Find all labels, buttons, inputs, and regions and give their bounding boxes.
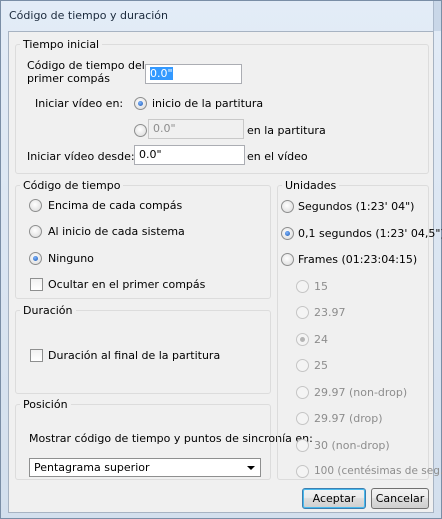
fps-25-radio[interactable] — [296, 359, 309, 372]
frames-label: Frames (01:23:04:15) — [298, 253, 418, 266]
iniciar-desde-suffix: en el vídeo — [247, 150, 308, 163]
fps-15-radio[interactable] — [296, 280, 309, 293]
encima-compas-label: Encima de cada compás — [48, 199, 183, 212]
en-partitura-radio[interactable] — [134, 124, 147, 137]
cancel-button[interactable]: Cancelar — [371, 488, 429, 509]
posicion-select-value: Pentagrama superior — [34, 461, 150, 474]
codigo-primer-compas-value: 0.0" — [150, 67, 173, 80]
fps-29-97-drop-label: 29.97 (drop) — [314, 412, 383, 425]
codigo-primer-compas-input[interactable]: 0.0" — [145, 64, 242, 84]
close-button[interactable] — [433, 1, 441, 31]
en-partitura-input[interactable]: 0.0" — [148, 119, 244, 139]
fps-100-radio[interactable] — [296, 465, 309, 478]
codigo-label-line2: primer compás — [27, 72, 111, 85]
fps-29-97-nondrop-label: 29.97 (non-drop) — [314, 386, 408, 399]
posicion-select[interactable]: Pentagrama superior — [29, 458, 261, 477]
fps-30-nondrop-label: 30 (non-drop) — [314, 439, 390, 452]
frames-radio[interactable] — [281, 253, 294, 266]
inicio-partitura-label: inicio de la partitura — [152, 97, 264, 110]
accept-button[interactable]: Aceptar — [302, 488, 366, 509]
codigo-tiempo-legend: Código de tiempo — [23, 179, 121, 192]
iniciar-desde-input[interactable]: 0.0" — [134, 145, 245, 165]
decimas-segundo-radio[interactable] — [281, 227, 294, 240]
window-title: Código de tiempo y duración — [9, 9, 168, 22]
codigo-label-line1: Código de tiempo del — [27, 59, 145, 72]
inicio-sistema-radio[interactable] — [29, 225, 42, 238]
fps-23-97-label: 23.97 — [314, 306, 346, 319]
ninguno-radio[interactable] — [29, 252, 42, 265]
duracion-legend: Duración — [23, 304, 73, 317]
title-bar[interactable]: Código de tiempo y duración — [1, 1, 441, 31]
chevron-down-icon — [247, 466, 255, 470]
segundos-radio[interactable] — [281, 200, 294, 213]
iniciar-desde-label: Iniciar vídeo desde: — [27, 150, 135, 163]
unidades-group: Unidades — [277, 179, 429, 480]
ocultar-primer-compas-checkbox[interactable] — [30, 278, 43, 291]
ninguno-label: Ninguno — [48, 252, 94, 265]
unidades-legend: Unidades — [285, 179, 337, 192]
fps-29-97-drop-radio[interactable] — [296, 412, 309, 425]
duracion-final-checkbox[interactable] — [30, 349, 43, 362]
posicion-label: Mostrar código de tiempo y puntos de sin… — [29, 432, 313, 445]
dialog-body: Tiempo inicial Código de tiempo del prim… — [8, 31, 442, 513]
duracion-final-label: Duración al final de la partitura — [48, 349, 221, 362]
ocultar-primer-compas-label: Ocultar en el primer compás — [48, 278, 206, 291]
fps-29-97-nondrop-radio[interactable] — [296, 386, 309, 399]
fps-100-label: 100 (centésimas de seg.) — [314, 465, 442, 477]
segundos-label: Segundos (1:23' 04") — [298, 200, 415, 213]
dialog-window: Código de tiempo y duración Tiempo inici… — [0, 0, 442, 519]
fps-30-nondrop-radio[interactable] — [296, 439, 309, 452]
fps-24-radio[interactable] — [296, 333, 309, 346]
decimas-segundo-label: 0,1 segundos (1:23' 04,5") — [298, 227, 442, 240]
tiempo-inicial-legend: Tiempo inicial — [23, 38, 100, 51]
fps-15-label: 15 — [314, 280, 328, 293]
fps-23-97-radio[interactable] — [296, 306, 309, 319]
inicio-sistema-label: Al inicio de cada sistema — [48, 225, 185, 238]
fps-25-label: 25 — [314, 359, 328, 372]
inicio-partitura-radio[interactable] — [134, 97, 147, 110]
en-partitura-suffix: en la partitura — [247, 124, 326, 137]
encima-compas-radio[interactable] — [29, 199, 42, 212]
iniciar-video-en-label: Iniciar vídeo en: — [35, 97, 124, 110]
posicion-legend: Posición — [23, 398, 68, 411]
fps-24-label: 24 — [314, 333, 328, 346]
